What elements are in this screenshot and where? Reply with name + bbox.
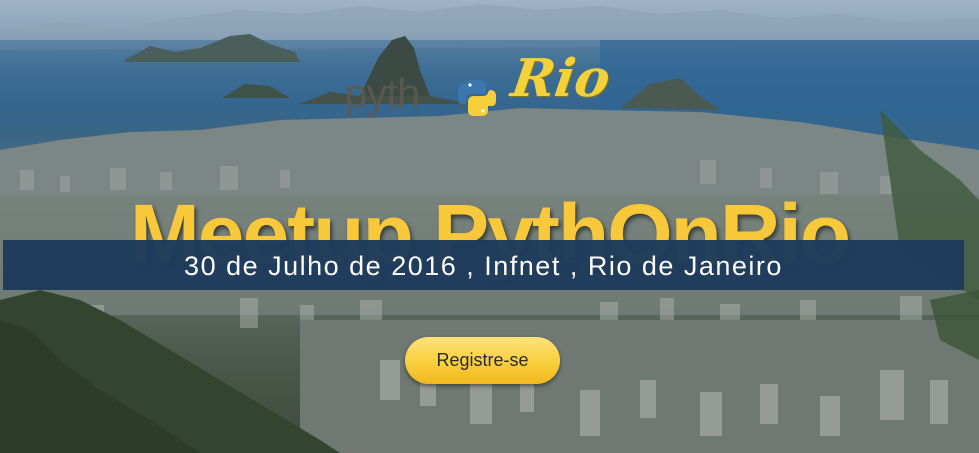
event-date-location: 30 de Julho de 2016 , Infnet , Rio de Ja… bbox=[184, 251, 783, 281]
logo-python-part: pyth bbox=[344, 70, 420, 117]
hero-section: pythn Rio Meetup PythOnRio 30 de Julho d… bbox=[0, 0, 979, 453]
event-info-banner: 30 de Julho de 2016 , Infnet , Rio de Ja… bbox=[3, 240, 964, 290]
python-snake-icon bbox=[458, 80, 496, 116]
logo-rio-text: Rio bbox=[507, 48, 614, 109]
register-button[interactable]: Registre-se bbox=[405, 337, 560, 384]
pythonrio-logo: pythn Rio bbox=[340, 48, 640, 120]
